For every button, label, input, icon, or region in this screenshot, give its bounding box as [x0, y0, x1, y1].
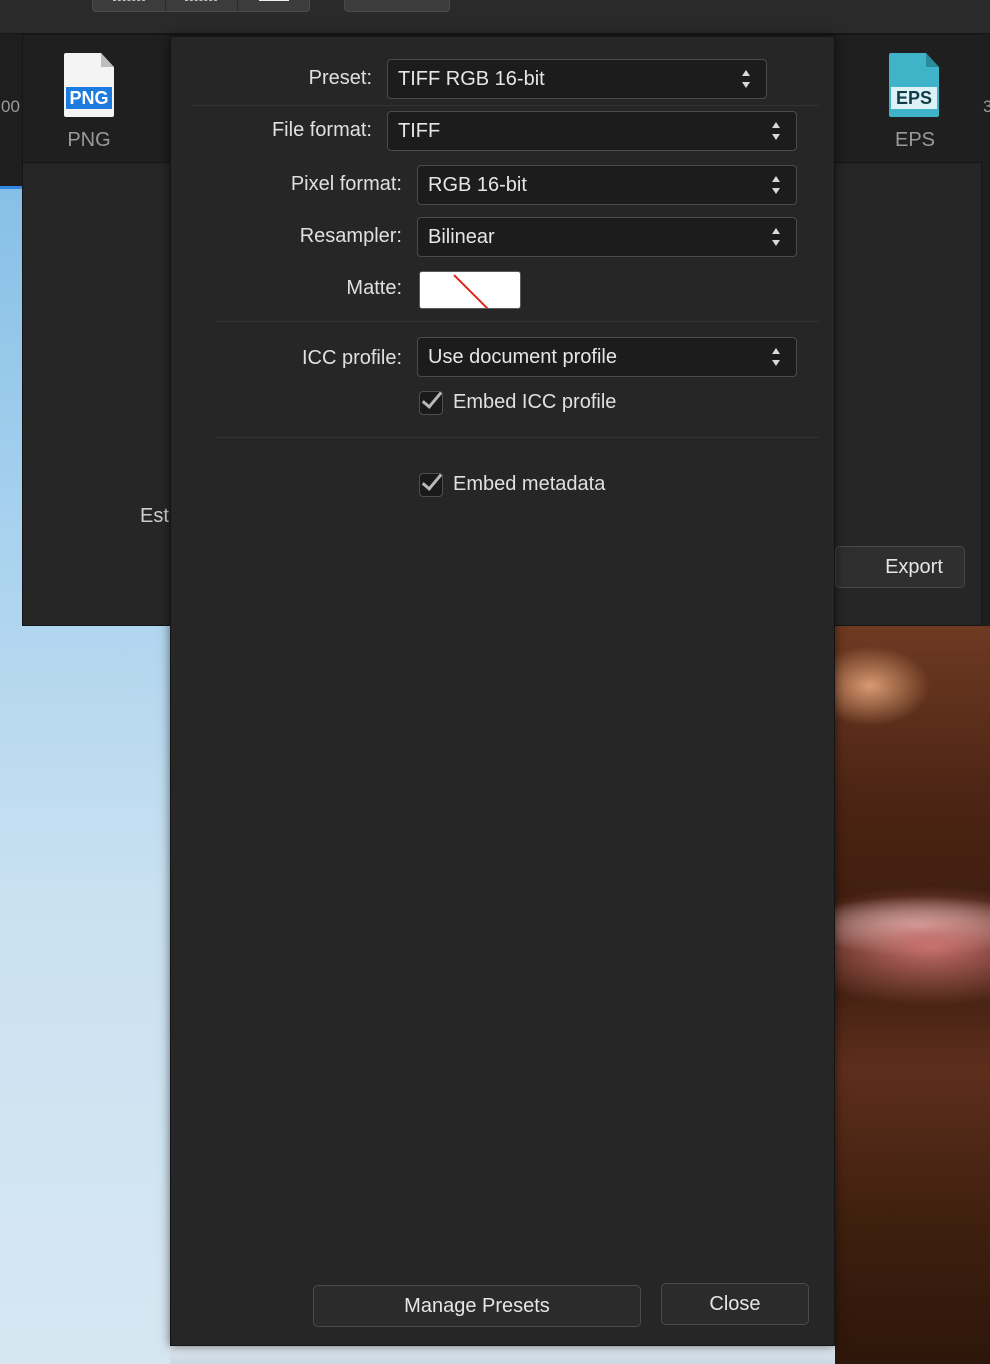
- png-badge: PNG: [66, 87, 112, 109]
- embed-metadata-label[interactable]: Embed metadata: [453, 473, 605, 496]
- close-button[interactable]: Close: [661, 1283, 809, 1325]
- preset-label: Preset:: [308, 67, 372, 89]
- more-settings-panel: Preset: TIFF RGB 16-bit File format: TIF…: [170, 36, 835, 1346]
- stepper-arrows-icon: [772, 346, 782, 368]
- checkmark-icon: [421, 469, 443, 491]
- stepper-arrows-icon: [742, 68, 752, 90]
- pixel-format-value: RGB 16-bit: [428, 174, 527, 196]
- file-format-select[interactable]: TIFF: [387, 111, 797, 151]
- matte-color-swatch[interactable]: [419, 271, 521, 309]
- divider: [215, 437, 819, 438]
- matte-label: Matte:: [346, 277, 402, 299]
- preset-value: TIFF RGB 16-bit: [398, 68, 545, 90]
- pixel-format-select[interactable]: RGB 16-bit: [417, 165, 797, 205]
- app-toolbar: [0, 0, 990, 34]
- manage-presets-button[interactable]: Manage Presets: [313, 1285, 641, 1327]
- stepper-arrows-icon: [772, 174, 782, 196]
- toolbar-segmented-control[interactable]: [92, 0, 310, 12]
- stepper-arrows-icon: [772, 120, 782, 142]
- checkmark-icon: [421, 387, 443, 409]
- file-format-label: File format:: [271, 119, 372, 141]
- icc-profile-label: ICC profile:: [301, 347, 402, 369]
- icc-profile-value: Use document profile: [428, 346, 617, 368]
- eps-format-icon[interactable]: EPS: [889, 53, 939, 117]
- canvas-photo-portrait: [830, 626, 990, 1364]
- embed-metadata-checkbox[interactable]: [419, 469, 443, 497]
- toolbar-view-icon: [113, 0, 145, 1]
- preset-select[interactable]: TIFF RGB 16-bit: [387, 59, 767, 99]
- divider: [215, 321, 819, 322]
- divider: [191, 105, 819, 106]
- no-color-icon: [453, 274, 489, 308]
- png-format-icon[interactable]: PNG: [64, 53, 114, 117]
- png-format-label[interactable]: PNG: [49, 129, 129, 152]
- file-format-value: TIFF: [398, 120, 441, 142]
- toolbar-button[interactable]: [344, 0, 450, 12]
- stepper-arrows-icon: [772, 226, 782, 248]
- toolbar-view-icon: [185, 0, 217, 1]
- canvas-photo-bottom: [170, 1346, 835, 1364]
- resampler-label: Resampler:: [299, 225, 402, 247]
- embed-icc-checkbox-row[interactable]: Embed ICC profile: [419, 387, 679, 419]
- pixel-format-label: Pixel format:: [290, 173, 402, 195]
- eps-badge: EPS: [891, 87, 937, 109]
- embed-icc-checkbox[interactable]: [419, 387, 443, 415]
- toolbar-view-icon: [259, 0, 289, 1]
- resampler-select[interactable]: Bilinear: [417, 217, 797, 257]
- export-button[interactable]: Export: [835, 546, 965, 588]
- eps-format-label[interactable]: EPS: [875, 129, 955, 152]
- resampler-value: Bilinear: [428, 226, 495, 248]
- left-edge-text: 00: [1, 97, 20, 116]
- embed-icc-label[interactable]: Embed ICC profile: [453, 391, 616, 414]
- icc-profile-select[interactable]: Use document profile: [417, 337, 797, 377]
- estimate-label: Est: [140, 505, 169, 527]
- right-edge-text: 3: [983, 97, 990, 116]
- embed-metadata-checkbox-row[interactable]: Embed metadata: [419, 469, 679, 501]
